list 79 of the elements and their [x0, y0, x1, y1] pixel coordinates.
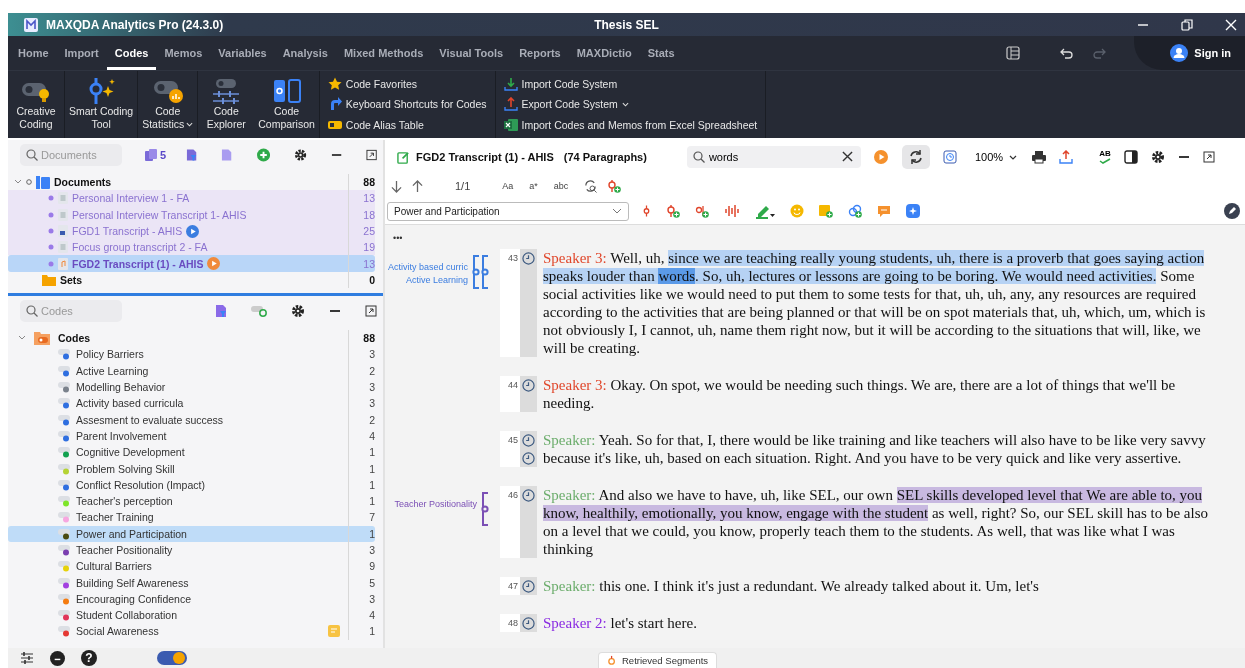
ribbon-button[interactable]: Smart Coding Tool	[65, 71, 139, 138]
window-title: MAXQDA Analytics Pro (24.3.0)	[46, 17, 224, 32]
hit-counter: 1/1	[455, 180, 471, 192]
code-row[interactable]: Student Collaboration 4	[8, 607, 375, 624]
search-option-toggle[interactable]: Aa	[502, 181, 514, 191]
paragraph-count: (74 Paragraphs)	[563, 151, 647, 163]
ribbon-button[interactable]: Code Comparison	[254, 71, 319, 138]
count-label: 88	[348, 330, 375, 347]
project-title: Thesis SEL	[594, 17, 659, 32]
transcript-paragraph: Speaker 2: let's start here.	[543, 614, 698, 632]
code-label[interactable]: Activity based curric	[387, 261, 468, 274]
ribbon-button[interactable]: Code Statistics	[138, 71, 199, 138]
zoom-dropdown[interactable]: 100%	[974, 151, 1018, 163]
codes-search-field[interactable]: Codes	[20, 300, 122, 322]
menu-tab[interactable]: Variables	[210, 36, 275, 70]
code-row[interactable]: Teacher Training 7	[8, 509, 375, 526]
menu-tab[interactable]: Reports	[511, 36, 569, 70]
menu-tab[interactable]: MAXDictio	[568, 36, 640, 70]
ribbon-button[interactable]: Code Alias Table	[327, 117, 487, 132]
menu-tab[interactable]: Home	[10, 36, 57, 70]
code-row[interactable]: Cognitive Development 1	[8, 444, 375, 461]
code-row[interactable]: Cultural Barriers 9	[8, 558, 375, 575]
ribbon-button[interactable]: Code Favorites	[327, 77, 487, 92]
code-row[interactable]: Parent Involvement 4	[8, 427, 375, 445]
code-label[interactable]: Active Learning	[405, 274, 468, 287]
count-label: 0	[348, 271, 375, 289]
more-menu[interactable]: •••	[385, 225, 413, 249]
transcript-paragraph: Speaker 3: Well, uh, since we are teaching really young students, uh, there is a proverb that goes saying action speaks louder than words. So, uh, lectures or lessons are going to be boring. We would need activities. Some social activities like we would need to put them to some tests for that, uh, uh, any, any resources are required according to the activities that are being planned or that will be on spot materials that, uh, which, um, which is not obviously I, I cannot, uh, name them right now, but it will be according to the situations that will, like, we will be creating.	[543, 249, 1207, 357]
sign-in-button[interactable]: Sign in	[1134, 36, 1245, 70]
search-option-toggle[interactable]: abc	[553, 181, 569, 191]
menu-tab[interactable]: Stats	[639, 36, 683, 70]
paragraph-number: 46	[500, 486, 520, 558]
menu-tab[interactable]: Import	[56, 36, 107, 70]
spellcheck-button[interactable]: AB	[1099, 150, 1112, 164]
ribbon-button[interactable]: Keyboard Shortcuts for Codes	[327, 97, 487, 112]
code-dropdown[interactable]: Power and Participation	[387, 201, 629, 221]
code-row[interactable]: Encouraging Confidence 3	[8, 590, 375, 608]
document-row[interactable]: FGD2 Transcript (1) - AHIS 13	[8, 255, 375, 272]
code-row[interactable]: Policy Barriers 3	[8, 346, 375, 363]
ribbon-button[interactable]: Creative Coding	[8, 71, 65, 138]
paragraph-number: 47	[500, 577, 520, 595]
document-search-field[interactable]: words	[686, 146, 861, 168]
transcript-paragraph: Speaker: this one. I think it's just a redundant. We already talked about it. Um, let's	[543, 577, 1040, 595]
code-row[interactable]: Teacher's perception 1	[8, 492, 375, 510]
code-row[interactable]: Teacher Positionality 3	[8, 541, 375, 559]
search-option-toggle[interactable]: a*	[529, 181, 538, 191]
tree-item[interactable]: Documents	[54, 176, 344, 189]
paragraph-number: 44	[500, 376, 520, 412]
activated-documents-button[interactable]: 5	[144, 148, 167, 162]
ribbon-button[interactable]: Import Codes and Memos from Excel Spreadsheet	[503, 117, 758, 132]
code-row[interactable]: Conflict Resolution (Impact) 1	[8, 476, 375, 493]
paragraph-number: 43	[500, 249, 520, 357]
code-row[interactable]: Activity based curricula 3	[8, 395, 375, 412]
documents-search-field[interactable]: Documents	[20, 144, 122, 166]
menu-tab[interactable]: Analysis	[274, 36, 336, 70]
code-row[interactable]: Modelling Behavior 3	[8, 378, 375, 396]
code-label[interactable]: Teacher Positionality	[394, 498, 477, 511]
code-row[interactable]: Problem Solving Skill 1	[8, 460, 375, 477]
menu-tab[interactable]: Visual Tools	[431, 36, 512, 70]
document-title: FGD2 Transcript (1) - AHIS	[416, 151, 554, 163]
code-row[interactable]: Assesment to evaluate success 2	[8, 411, 375, 428]
tree-item[interactable]: Sets	[60, 273, 344, 286]
menu-tab[interactable]: Memos	[156, 36, 211, 70]
ribbon-button[interactable]: Code Explorer	[198, 71, 255, 138]
menu-tab[interactable]: Mixed Methods	[335, 36, 432, 70]
paragraph-number: 45	[500, 431, 520, 467]
retrieved-segments-tab[interactable]: Retrieved Segments	[598, 651, 718, 668]
code-row[interactable]: Social Awareness 1	[8, 623, 375, 640]
transcript-paragraph: Speaker 3: Okay. On spot, we would be needing such things. We are, there are a lot of things that we'll be needing.	[543, 376, 1177, 412]
code-row[interactable]: Power and Participation 1	[8, 525, 375, 542]
transcript-paragraph: Speaker: And also we have to have, uh, like SEL, our own SEL skills developed level that We are able to, you know, healthily, emotionally, you know, engage with the student as well, right? So, our SEL skill has to be also on a level that we could, you know, properly teach them to the students. As well, that was like what I was thinking	[543, 486, 1210, 558]
tree-item[interactable]: Codes	[58, 332, 340, 345]
transcript-paragraph: Speaker: Yeah. So for that, I, there would be like training and like teachers will also have to be like very savvy because it's like, uh, based on each situation. Right. And you have to be very quick and like very assertive.	[543, 431, 1207, 467]
code-row[interactable]: Building Self Awareness 5	[8, 574, 375, 591]
paragraph-number: 48	[500, 614, 520, 632]
ribbon-button[interactable]: Import Code System	[503, 77, 758, 92]
ribbon-button[interactable]: Export Code System	[503, 97, 758, 112]
code-row[interactable]: Active Learning 2	[8, 362, 375, 379]
help-button[interactable]: ?	[81, 650, 97, 666]
